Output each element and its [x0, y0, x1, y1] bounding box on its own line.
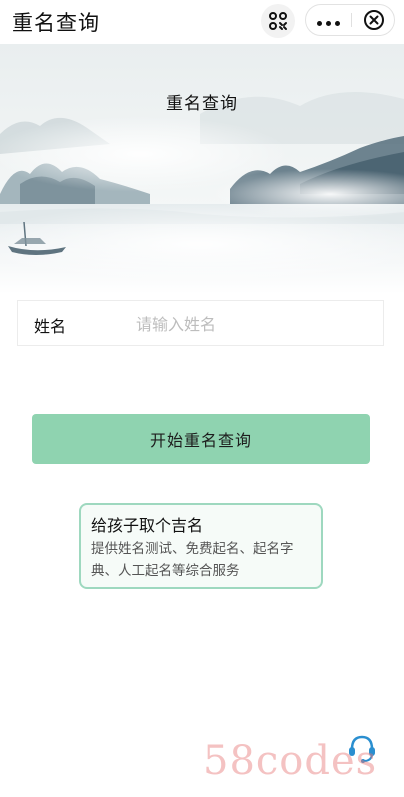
top-bar: 重名查询 — [0, 0, 404, 44]
hero-banner: 重名查询 — [0, 44, 404, 294]
app-title: 重名查询 — [12, 11, 100, 35]
name-input-row: 姓名 — [17, 300, 384, 346]
start-search-button[interactable]: 开始重名查询 — [32, 414, 370, 464]
more-button[interactable] — [306, 5, 351, 35]
menu-capsule — [305, 4, 395, 36]
landscape-illustration — [0, 44, 404, 294]
qr-scan-button[interactable] — [261, 4, 295, 38]
watermark: 58codes — [203, 738, 378, 784]
banner-title: 重名查询 — [166, 94, 238, 114]
qr-scan-icon — [269, 12, 287, 30]
close-button[interactable] — [352, 5, 395, 35]
close-circle-icon — [363, 10, 384, 30]
naming-promo-card[interactable]: 给孩子取个吉名 提供姓名测试、免费起名、起名字典、人工起名等综合服务 — [79, 503, 323, 589]
promo-description: 提供姓名测试、免费起名、起名字典、人工起名等综合服务 — [91, 541, 294, 579]
promo-title: 给孩子取个吉名 — [91, 516, 204, 535]
name-input[interactable] — [134, 307, 378, 341]
name-label: 姓名 — [34, 317, 67, 336]
more-dots-icon — [315, 11, 342, 30]
